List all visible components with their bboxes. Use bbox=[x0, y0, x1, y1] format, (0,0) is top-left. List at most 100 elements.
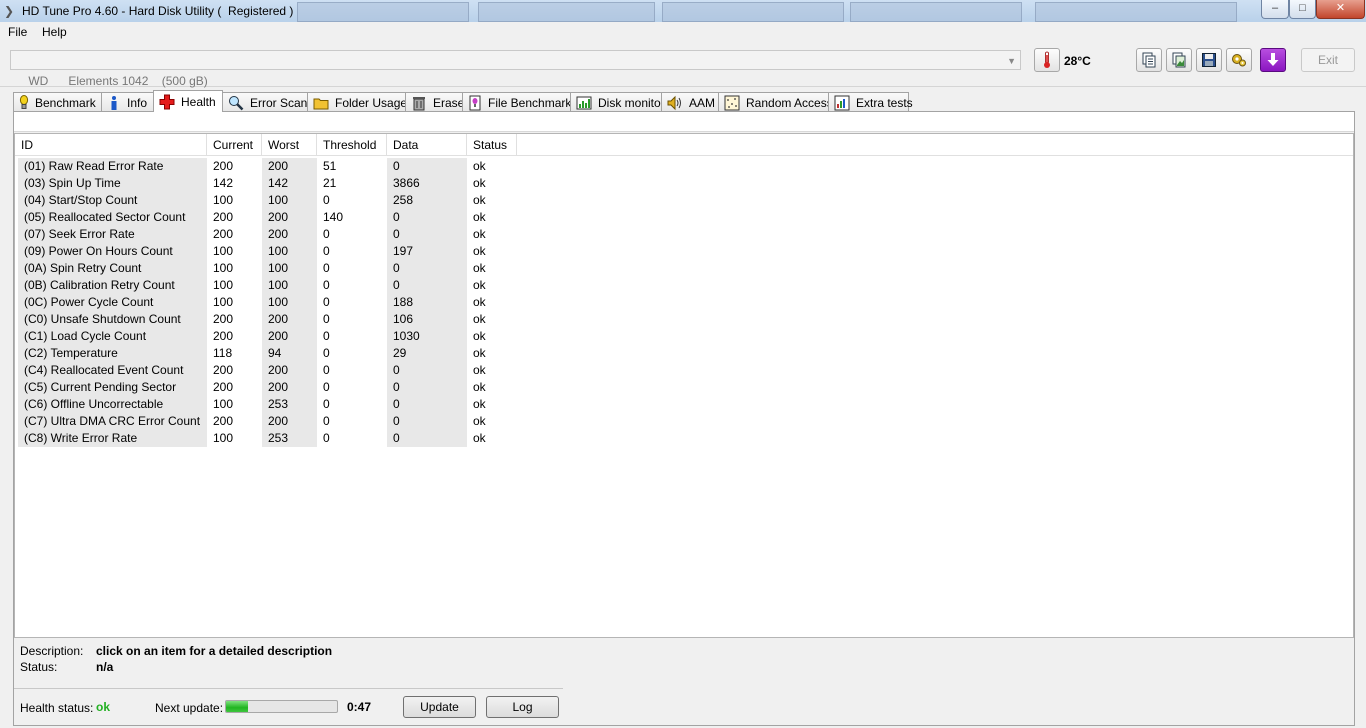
copy-text-icon[interactable] bbox=[1136, 48, 1162, 72]
table-row[interactable]: (C0) Unsafe Shutdown Count 200 200 0 106 ok bbox=[15, 311, 615, 328]
column-header-threshold[interactable]: Threshold bbox=[317, 134, 387, 156]
cell-threshold: 0 bbox=[323, 193, 330, 207]
folder-icon bbox=[313, 95, 329, 111]
column-header-data[interactable]: Data bbox=[387, 134, 467, 156]
tab-erase[interactable]: Erase bbox=[405, 92, 464, 112]
cell-data: 0 bbox=[393, 159, 400, 173]
column-header-status[interactable]: Status bbox=[467, 134, 517, 156]
exit-button[interactable]: Exit bbox=[1301, 48, 1355, 72]
cell-status: ok bbox=[473, 159, 486, 173]
tab-error-scan[interactable]: Error Scan bbox=[222, 92, 308, 112]
save-icon[interactable] bbox=[1196, 48, 1222, 72]
cell-worst: 100 bbox=[268, 244, 289, 258]
tab-aam[interactable]: AAM bbox=[661, 92, 719, 112]
table-row[interactable]: (09) Power On Hours Count 100 100 0 197 ok bbox=[15, 243, 615, 260]
file-benchmark-icon bbox=[468, 95, 482, 111]
cell-data: 29 bbox=[393, 346, 407, 360]
update-button[interactable]: Update bbox=[403, 696, 476, 718]
cell-worst: 253 bbox=[268, 431, 289, 445]
cell-data: 0 bbox=[393, 278, 400, 292]
cell-id: (0B) Calibration Retry Count bbox=[24, 278, 175, 292]
erase-icon bbox=[411, 95, 427, 111]
table-row[interactable]: (C7) Ultra DMA CRC Error Count 200 200 0 0 ok bbox=[15, 413, 615, 430]
cell-data: 0 bbox=[393, 380, 400, 394]
chevron-down-icon: ▼ bbox=[1007, 56, 1016, 66]
table-row[interactable]: (03) Spin Up Time 142 142 21 3866 ok bbox=[15, 175, 615, 192]
thermometer-icon[interactable] bbox=[1034, 48, 1060, 72]
cell-current: 200 bbox=[213, 363, 234, 377]
cell-threshold: 0 bbox=[323, 295, 330, 309]
cell-data: 0 bbox=[393, 431, 400, 445]
menu-file[interactable]: File bbox=[8, 25, 27, 39]
cell-current: 200 bbox=[213, 414, 234, 428]
cell-id: (C5) Current Pending Sector bbox=[24, 380, 177, 394]
cell-threshold: 0 bbox=[323, 346, 330, 360]
cell-threshold: 21 bbox=[323, 176, 337, 190]
tab-file-benchmark[interactable]: File Benchmark bbox=[462, 92, 571, 112]
minimize-button[interactable]: – bbox=[1261, 0, 1289, 19]
table-row[interactable]: (05) Reallocated Sector Count 200 200 140 0 o… bbox=[15, 209, 615, 226]
status-label: Status: bbox=[20, 660, 58, 674]
table-row[interactable]: (07) Seek Error Rate 200 200 0 0 ok bbox=[15, 226, 615, 243]
cell-id: (01) Raw Read Error Rate bbox=[24, 159, 164, 173]
smart-attributes-table[interactable]: ID Current Worst Threshold Data Status (… bbox=[14, 133, 1354, 638]
tab-folder-usage[interactable]: Folder Usage bbox=[307, 92, 407, 112]
close-button[interactable]: ✕ bbox=[1316, 0, 1365, 19]
table-row[interactable]: (C5) Current Pending Sector 200 200 0 0 ok bbox=[15, 379, 615, 396]
tab-benchmark[interactable]: Benchmark bbox=[13, 92, 102, 112]
drive-select-value: WD Elements 1042 (500 gB) bbox=[28, 74, 208, 88]
column-header-current[interactable]: Current bbox=[207, 134, 262, 156]
tab-info[interactable]: Info bbox=[101, 92, 154, 112]
cell-worst: 200 bbox=[268, 380, 289, 394]
table-row[interactable]: (0C) Power Cycle Count 100 100 0 188 ok bbox=[15, 294, 615, 311]
log-button[interactable]: Log bbox=[486, 696, 559, 718]
cell-current: 100 bbox=[213, 397, 234, 411]
table-row[interactable]: (0A) Spin Retry Count 100 100 0 0 ok bbox=[15, 260, 615, 277]
tab-random-access[interactable]: Random Access bbox=[718, 92, 833, 112]
cell-data: 0 bbox=[393, 363, 400, 377]
tab-health[interactable]: Health bbox=[153, 90, 223, 112]
description-value: click on an item for a detailed descript… bbox=[96, 644, 333, 658]
column-header-id[interactable]: ID bbox=[15, 134, 207, 156]
cell-id: (C0) Unsafe Shutdown Count bbox=[24, 312, 181, 326]
cell-current: 100 bbox=[213, 244, 234, 258]
cell-current: 200 bbox=[213, 312, 234, 326]
cell-id: (C6) Offline Uncorrectable bbox=[24, 397, 164, 411]
background-window-ghost bbox=[662, 2, 844, 22]
next-update-label: Next update: bbox=[155, 701, 224, 715]
tab-disk-monitor[interactable]: Disk monitor bbox=[570, 92, 665, 112]
cell-worst: 200 bbox=[268, 159, 289, 173]
maximize-button[interactable]: □ bbox=[1289, 0, 1316, 19]
table-row[interactable]: (C4) Reallocated Event Count 200 200 0 0 ok bbox=[15, 362, 615, 379]
download-icon[interactable] bbox=[1260, 48, 1286, 72]
cell-data: 0 bbox=[393, 210, 400, 224]
cell-status: ok bbox=[473, 176, 486, 190]
copy-screenshot-icon[interactable] bbox=[1166, 48, 1192, 72]
health-status-label: Health status: bbox=[20, 701, 94, 715]
table-row[interactable]: (C6) Offline Uncorrectable 100 253 0 0 ok bbox=[15, 396, 615, 413]
table-row[interactable]: (01) Raw Read Error Rate 200 200 51 0 ok bbox=[15, 158, 615, 175]
cell-threshold: 0 bbox=[323, 363, 330, 377]
table-row[interactable]: (C2) Temperature 118 94 0 29 ok bbox=[15, 345, 615, 362]
cell-status: ok bbox=[473, 261, 486, 275]
random-access-icon bbox=[724, 95, 740, 111]
cell-current: 200 bbox=[213, 227, 234, 241]
drive-select[interactable]: WD Elements 1042 (500 gB) ▼ bbox=[10, 50, 1021, 88]
cell-id: (0C) Power Cycle Count bbox=[24, 295, 154, 309]
table-row[interactable]: (0B) Calibration Retry Count 100 100 0 0 ok bbox=[15, 277, 615, 294]
cell-threshold: 0 bbox=[323, 431, 330, 445]
cell-threshold: 51 bbox=[323, 159, 337, 173]
cell-current: 100 bbox=[213, 261, 234, 275]
cell-id: (09) Power On Hours Count bbox=[24, 244, 173, 258]
cell-id: (C2) Temperature bbox=[24, 346, 118, 360]
health-status-value: ok bbox=[96, 700, 111, 714]
table-row[interactable]: (C8) Write Error Rate 100 253 0 0 ok bbox=[15, 430, 615, 447]
table-row[interactable]: (04) Start/Stop Count 100 100 0 258 ok bbox=[15, 192, 615, 209]
options-icon[interactable] bbox=[1226, 48, 1252, 72]
table-row[interactable]: (C1) Load Cycle Count 200 200 0 1030 ok bbox=[15, 328, 615, 345]
menu-help[interactable]: Help bbox=[42, 25, 67, 39]
cell-data: 0 bbox=[393, 227, 400, 241]
tab-extra-tests[interactable]: Extra tests bbox=[828, 92, 913, 112]
disk-monitor-icon bbox=[576, 95, 592, 111]
column-header-worst[interactable]: Worst bbox=[262, 134, 317, 156]
